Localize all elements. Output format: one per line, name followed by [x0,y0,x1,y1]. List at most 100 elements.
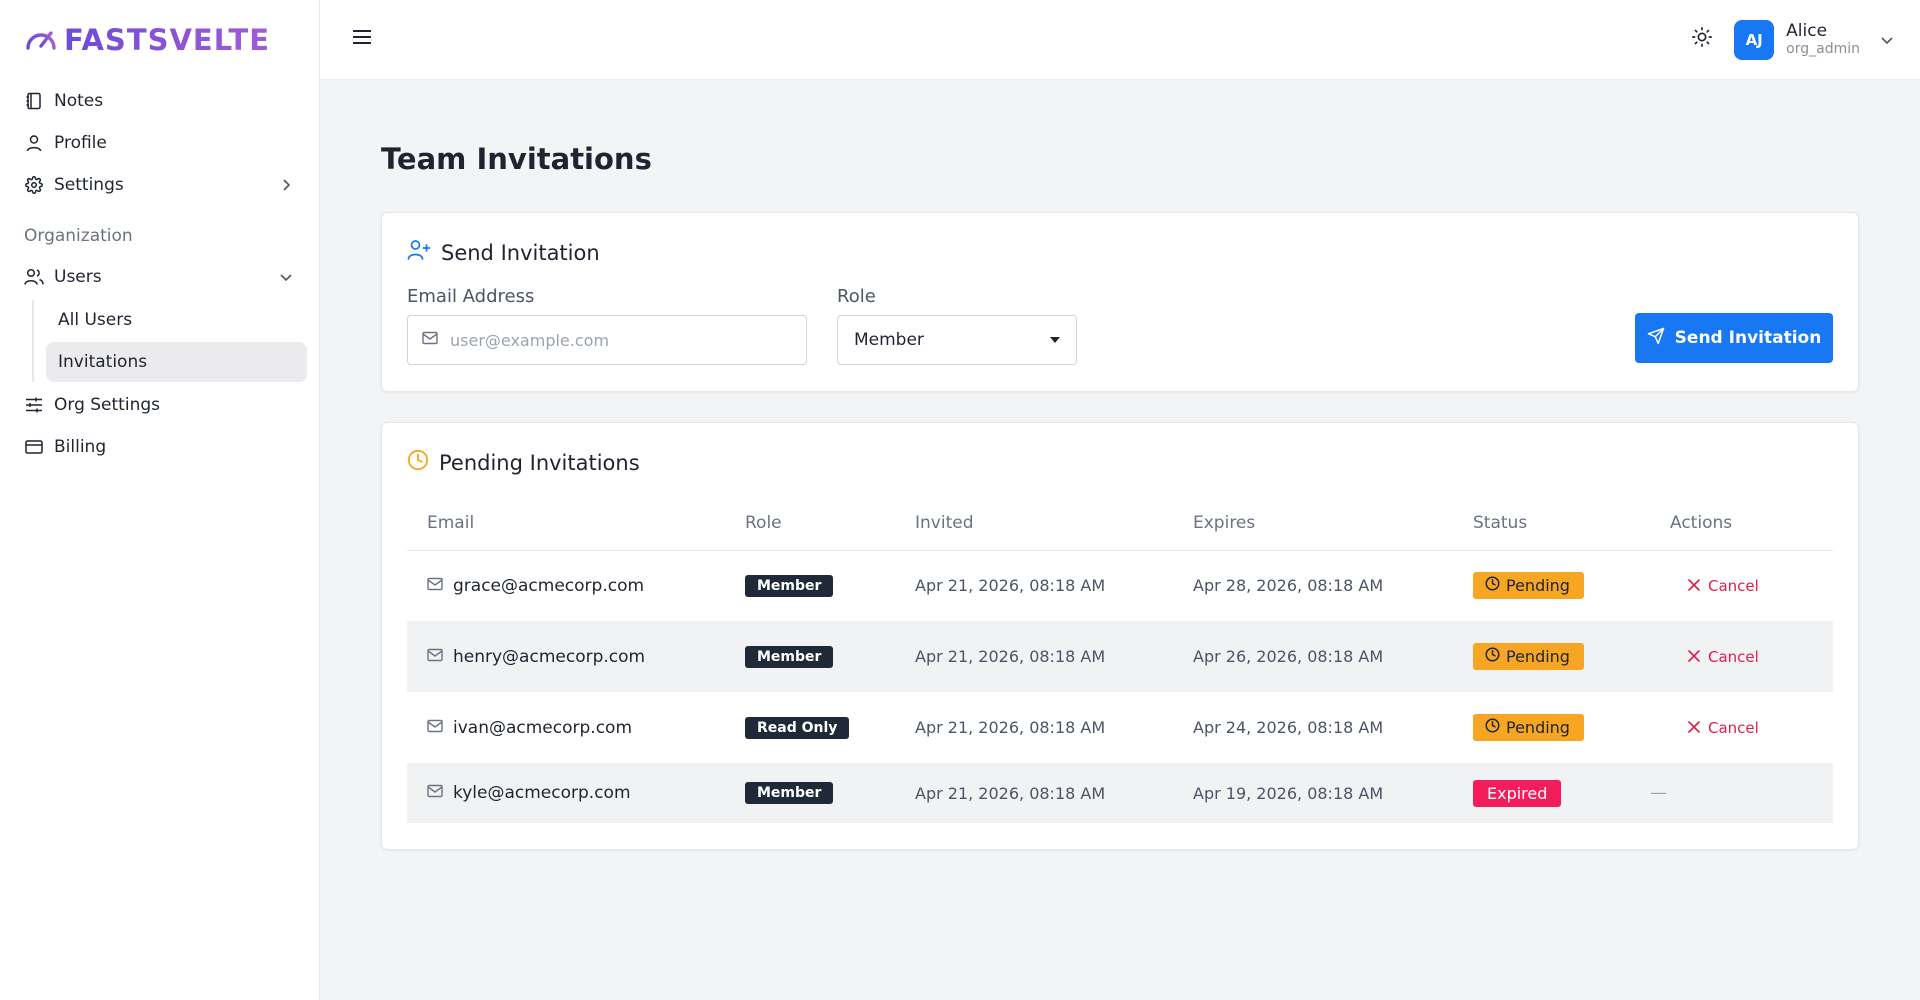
send-icon [1647,327,1665,350]
users-icon [24,267,44,287]
cancel-invitation-button[interactable]: Cancel [1670,577,1759,595]
theme-toggle-button[interactable] [1688,26,1716,54]
main-area: AJ Alice org_admin Team Invitations Send… [320,0,1920,1000]
nav-item-billing[interactable]: Billing [12,426,307,468]
close-icon [1688,719,1700,737]
expires-date: Apr 26, 2026, 08:18 AM [1173,621,1453,692]
role-select-value: Member [854,330,924,350]
email-input[interactable] [450,330,806,350]
menu-toggle-button[interactable] [348,26,376,54]
table-row: ivan@acmecorp.com Read Only Apr 21, 2026… [407,692,1833,763]
email-field-group: Email Address [407,286,807,365]
nav-item-notes[interactable]: Notes [12,80,307,122]
send-invitation-button[interactable]: Send Invitation [1635,313,1833,363]
role-badge: Member [745,782,834,804]
status-badge: Pending [1473,714,1584,741]
close-icon [1688,648,1700,666]
nav-item-settings[interactable]: Settings [12,164,307,206]
sidebar-item-invitations[interactable]: Invitations [46,342,307,382]
user-icon [24,133,44,153]
notebook-icon [24,91,44,111]
avatar: AJ [1734,19,1775,60]
invite-email: ivan@acmecorp.com [453,717,632,738]
table-row: henry@acmecorp.com Member Apr 21, 2026, … [407,621,1833,692]
topbar: AJ Alice org_admin [320,0,1920,80]
nav-item-label: Users [54,267,102,287]
user-plus-icon [407,239,431,266]
page-content: Team Invitations Send Invitation Email A… [320,80,1920,880]
main-nav: Notes Profile Settings [12,80,307,206]
expires-date: Apr 28, 2026, 08:18 AM [1193,576,1384,596]
org-nav-2: Org Settings Billing [12,384,307,468]
email-cell: henry@acmecorp.com [427,647,725,667]
brand-logo[interactable]: FASTSVELTE [12,0,307,80]
role-badge: Member [745,574,834,597]
nav-item-org-settings[interactable]: Org Settings [12,384,307,426]
user-menu[interactable]: AJ Alice org_admin [1734,19,1896,60]
cancel-invitation-button[interactable]: Cancel [1670,648,1759,666]
invited-date: Apr 21, 2026, 08:18 AM [895,763,1173,823]
cancel-invitation-button[interactable]: Cancel [1670,719,1759,737]
mail-icon [422,330,438,350]
mail-icon [427,647,443,667]
invite-email: kyle@acmecorp.com [453,783,631,803]
email-label: Email Address [407,286,535,307]
card-title: Send Invitation [407,239,1833,266]
role-badge: Read Only [745,716,850,739]
cancel-label: Cancel [1708,576,1759,595]
sidebar-item-all-users[interactable]: All Users [46,300,307,340]
user-info: Alice org_admin [1786,22,1860,58]
page-title: Team Invitations [381,142,652,176]
clock-icon [407,449,429,476]
clock-icon [1485,718,1500,737]
sliders-icon [24,395,44,415]
pending-invitations-card: Pending Invitations Email Role Invited E… [381,422,1859,850]
sun-icon [1691,26,1713,53]
send-button-label: Send Invitation [1674,328,1822,348]
role-select[interactable]: Member [837,315,1077,365]
speedometer-icon [24,24,58,57]
chevron-down-icon [277,268,295,286]
status-label: Pending [1506,576,1570,596]
column-header-actions: Actions [1650,496,1833,551]
role-label: Role [837,286,876,307]
role-badge: Member [745,645,834,668]
expires-date: Apr 24, 2026, 08:18 AM [1193,718,1384,737]
pending-invitations-title: Pending Invitations [439,450,640,475]
hamburger-icon [351,28,373,51]
nav-item-users[interactable]: Users [12,256,307,298]
status-badge: Expired [1473,779,1562,807]
mail-icon [427,718,443,738]
status-badge: Pending [1473,643,1584,670]
mail-icon [427,576,443,596]
users-subnav: All Users Invitations [32,300,307,382]
credit-card-icon [24,437,44,457]
invite-email: grace@acmecorp.com [453,575,645,596]
email-cell: kyle@acmecorp.com [427,783,725,803]
nav-item-label: Profile [54,133,107,153]
nav-item-profile[interactable]: Profile [12,122,307,164]
invited-date: Apr 21, 2026, 08:18 AM [915,576,1106,596]
email-field[interactable] [407,315,807,365]
status-label: Pending [1506,718,1570,737]
app-root: FASTSVELTE Notes Profile Settings Organi… [0,0,1920,1000]
column-header-expires: Expires [1173,496,1453,551]
status-badge: Pending [1473,572,1584,600]
mail-icon [427,783,443,803]
email-cell: ivan@acmecorp.com [427,718,725,738]
chevron-down-icon [1878,31,1896,49]
org-nav: Users [12,256,307,298]
send-invitation-title: Send Invitation [441,240,600,265]
nav-item-label: Settings [54,175,124,195]
email-cell: grace@acmecorp.com [427,576,725,596]
clock-icon [1485,576,1500,595]
user-name: Alice [1786,20,1828,41]
nav-item-label: Org Settings [54,395,160,415]
user-role: org_admin [1786,40,1860,57]
nav-item-label: Billing [54,437,107,457]
invited-date: Apr 21, 2026, 08:18 AM [915,718,1106,737]
invited-date: Apr 21, 2026, 08:18 AM [895,621,1173,692]
section-title-organization: Organization [24,226,133,246]
column-header-email: Email [407,496,725,551]
invite-form: Email Address Role Member [407,286,1833,365]
